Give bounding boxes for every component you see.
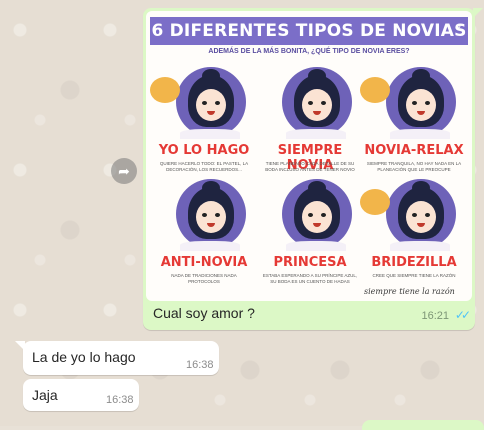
speech-bubble-icon [150, 77, 180, 103]
chevron-down-icon[interactable]: ⌄ [450, 17, 466, 33]
image-caption: Cual soy amor ? [153, 305, 255, 321]
card-name: ANTI-NOVIA [160, 255, 248, 270]
bride-card: BRIDEZILLA CREE QUE SIEMPRE TIENE LA RAZ… [360, 179, 468, 294]
card-name: BRIDEZILLA [371, 255, 457, 270]
shared-image[interactable]: 6 DIFERENTES TIPOS DE NOVIAS ⌄ ADEMÁS DE… [146, 11, 472, 301]
speech-bubble-icon [360, 189, 390, 215]
bride-card: PRINCESA ESTABA ESPERANDO A SU PRÍNCIPE … [256, 179, 364, 294]
card-name: NOVIA-RELAX [364, 143, 464, 158]
outgoing-image-message[interactable]: 6 DIFERENTES TIPOS DE NOVIAS ⌄ ADEMÁS DE… [143, 8, 483, 330]
poster-subtitle: ADEMÁS DE LA MÁS BONITA, ¿QUÉ TIPO DE NO… [208, 48, 410, 55]
message-time: 16:21 [421, 310, 449, 322]
forward-icon[interactable]: ➦ [111, 158, 137, 184]
card-desc: SIEMPRE TRANQUILA, NO HAY NADA EN LA PLA… [366, 161, 462, 172]
card-desc: QUIERE HACERLO TODO: EL PASTEL, LA DECOR… [159, 161, 249, 172]
outgoing-message-partial[interactable] [362, 420, 484, 430]
message-time: 16:38 [186, 359, 214, 371]
message-text: Jaja [32, 387, 58, 403]
card-desc: CREE QUE SIEMPRE TIENE LA RAZÓN [372, 273, 456, 278]
incoming-message[interactable]: Jaja 16:38 [23, 379, 139, 411]
bride-card: YO LO HAGO QUIERE HACERLO TODO: EL PASTE… [150, 67, 258, 182]
message-text: La de yo lo hago [32, 349, 136, 365]
double-check-read-icon: ✓✓ [454, 308, 471, 322]
card-name: YO LO HAGO [158, 143, 250, 158]
bride-card: NOVIA-RELAX SIEMPRE TRANQUILA, NO HAY NA… [360, 67, 468, 182]
card-desc: ESTABA ESPERANDO A SU PRÍNCIPE AZUL, SU … [262, 273, 358, 284]
card-desc: TIENE PLANEADO CADA DETALLE DE SU BODA I… [265, 161, 355, 172]
handwritten-note: siempre tiene la razón [364, 287, 455, 296]
message-time: 16:38 [106, 394, 134, 406]
bride-card: ANTI-NOVIA NADA DE TRADICIONES NADA PROT… [150, 179, 258, 294]
card-desc: NADA DE TRADICIONES NADA PROTOCOLOS [171, 273, 237, 284]
bride-card: SIEMPRE NOVIA TIENE PLANEADO CADA DETALL… [256, 67, 364, 182]
speech-bubble-icon [360, 77, 390, 103]
card-name: PRINCESA [273, 255, 347, 270]
incoming-message[interactable]: La de yo lo hago 16:38 [15, 341, 219, 375]
poster-title: 6 DIFERENTES TIPOS DE NOVIAS [150, 17, 468, 45]
